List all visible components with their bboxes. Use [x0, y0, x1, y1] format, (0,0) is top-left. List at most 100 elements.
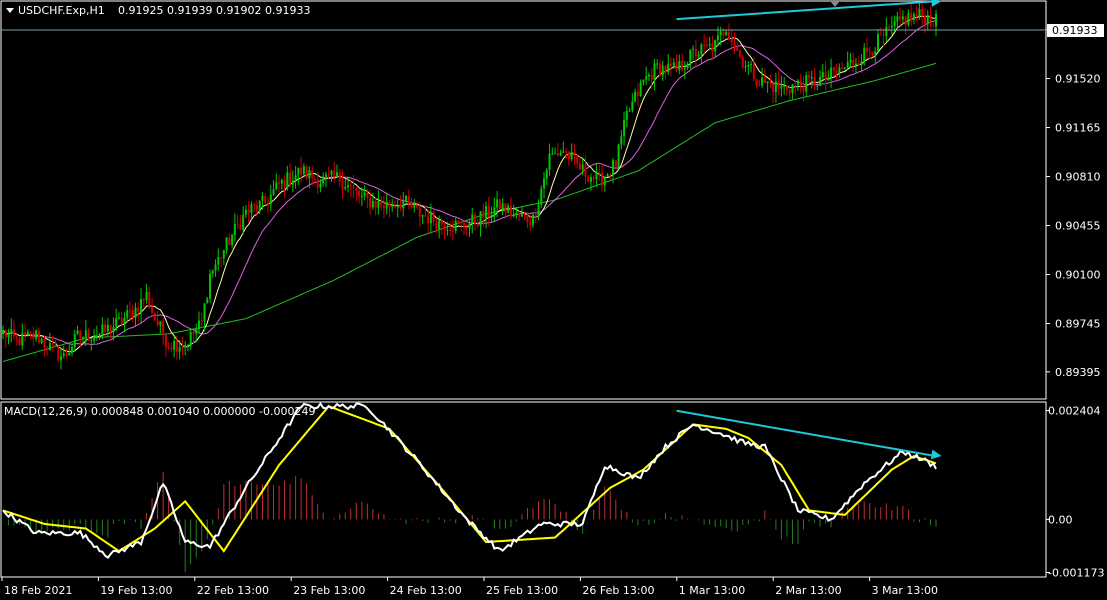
candle-body[interactable]: [689, 49, 692, 64]
candle-body[interactable]: [37, 330, 40, 343]
candle-body[interactable]: [926, 14, 929, 25]
candle-body[interactable]: [697, 54, 700, 57]
candle-body[interactable]: [10, 329, 13, 334]
candle-body[interactable]: [785, 85, 788, 91]
candle-body[interactable]: [120, 317, 123, 324]
candle-body[interactable]: [457, 220, 460, 223]
candle-body[interactable]: [261, 195, 264, 201]
candle-body[interactable]: [173, 340, 176, 350]
candle-body[interactable]: [250, 204, 253, 213]
candle-body[interactable]: [416, 204, 419, 208]
candle-body[interactable]: [711, 44, 714, 52]
candle-body[interactable]: [598, 171, 601, 173]
candle-body[interactable]: [170, 347, 173, 350]
candle-body[interactable]: [813, 77, 816, 86]
candle-body[interactable]: [576, 155, 579, 164]
candle-body[interactable]: [548, 153, 551, 170]
candle-body[interactable]: [929, 14, 932, 26]
candle-body[interactable]: [733, 42, 736, 47]
candle-body[interactable]: [203, 303, 206, 321]
candle-body[interactable]: [794, 84, 797, 86]
candle-body[interactable]: [429, 212, 432, 224]
candle-body[interactable]: [774, 81, 777, 92]
candle-body[interactable]: [647, 74, 650, 77]
candle-body[interactable]: [744, 66, 747, 68]
candle-body[interactable]: [879, 34, 882, 36]
candle-body[interactable]: [722, 31, 725, 36]
candle-body[interactable]: [556, 153, 559, 156]
candle-body[interactable]: [24, 332, 27, 335]
candle-body[interactable]: [446, 229, 449, 231]
candle-body[interactable]: [424, 215, 427, 217]
candle-body[interactable]: [7, 333, 10, 338]
candle-body[interactable]: [896, 16, 899, 22]
candle-body[interactable]: [399, 205, 402, 209]
candle-body[interactable]: [476, 223, 479, 227]
candle-body[interactable]: [534, 214, 537, 217]
candle-body[interactable]: [783, 85, 786, 87]
candle-body[interactable]: [330, 170, 333, 175]
candle-body[interactable]: [327, 174, 330, 176]
candle-body[interactable]: [186, 344, 189, 346]
candle-body[interactable]: [272, 189, 275, 195]
candle-body[interactable]: [670, 63, 673, 66]
candle-body[interactable]: [377, 200, 380, 208]
candle-body[interactable]: [87, 330, 90, 341]
candle-body[interactable]: [255, 205, 258, 211]
candle-body[interactable]: [148, 291, 151, 308]
candle-body[interactable]: [115, 318, 118, 328]
candle-body[interactable]: [562, 151, 565, 153]
candle-body[interactable]: [352, 185, 355, 188]
candle-body[interactable]: [140, 298, 143, 313]
candle-body[interactable]: [68, 352, 71, 356]
candle-body[interactable]: [683, 68, 686, 70]
candle-body[interactable]: [810, 77, 813, 79]
candle-body[interactable]: [849, 59, 852, 63]
candle-body[interactable]: [570, 152, 573, 160]
candle-body[interactable]: [832, 67, 835, 71]
candle-body[interactable]: [454, 220, 457, 231]
candle-body[interactable]: [581, 164, 584, 170]
candle-body[interactable]: [551, 153, 554, 155]
candle-body[interactable]: [264, 195, 267, 203]
candle-body[interactable]: [730, 39, 733, 43]
candle-body[interactable]: [686, 63, 689, 69]
candle-body[interactable]: [225, 237, 228, 251]
candle-body[interactable]: [462, 222, 465, 228]
candle-body[interactable]: [220, 257, 223, 259]
candle-body[interactable]: [893, 21, 896, 26]
candle-body[interactable]: [391, 205, 394, 207]
candle-body[interactable]: [236, 224, 239, 226]
candle-body[interactable]: [661, 65, 664, 76]
candle-body[interactable]: [32, 332, 35, 339]
candle-body[interactable]: [824, 72, 827, 81]
candle-body[interactable]: [515, 212, 518, 215]
candle-body[interactable]: [369, 197, 372, 208]
candle-body[interactable]: [612, 160, 615, 176]
candle-body[interactable]: [799, 80, 802, 86]
candle-body[interactable]: [374, 200, 377, 208]
candle-body[interactable]: [863, 47, 866, 62]
candle-body[interactable]: [167, 346, 170, 348]
candle-body[interactable]: [479, 211, 482, 227]
candle-body[interactable]: [347, 185, 350, 188]
candle-body[interactable]: [460, 222, 463, 224]
candle-body[interactable]: [694, 48, 697, 57]
candle-body[interactable]: [531, 214, 534, 225]
candle-body[interactable]: [471, 214, 474, 224]
candle-body[interactable]: [910, 13, 913, 20]
candle-body[interactable]: [838, 67, 841, 73]
candle-body[interactable]: [554, 153, 557, 155]
candle-body[interactable]: [344, 187, 347, 189]
candle-body[interactable]: [407, 195, 410, 203]
candle-body[interactable]: [211, 270, 214, 274]
candle-body[interactable]: [142, 298, 145, 301]
candle-body[interactable]: [145, 291, 148, 301]
candle-body[interactable]: [523, 214, 526, 216]
candle-body[interactable]: [280, 179, 283, 184]
candle-body[interactable]: [440, 220, 443, 225]
candle-body[interactable]: [29, 332, 32, 334]
candle-body[interactable]: [603, 176, 606, 186]
candle-body[interactable]: [509, 205, 512, 217]
candle-body[interactable]: [490, 214, 493, 217]
